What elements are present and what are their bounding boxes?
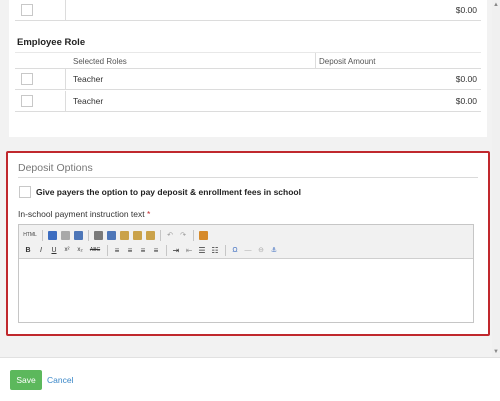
role-name: Teacher [73, 96, 104, 106]
toolbar-separator [193, 229, 194, 241]
vertical-scrollbar[interactable]: ▲ ▼ [492, 0, 500, 357]
toolbar-separator [225, 244, 226, 256]
divider [18, 177, 478, 178]
deposit-options-title: Deposit Options [18, 162, 93, 174]
special-char-icon[interactable]: Ω [229, 244, 241, 256]
required-marker: * [147, 209, 151, 219]
ordered-list-icon[interactable]: ☰ [196, 244, 208, 256]
bulleted-list-icon[interactable]: ☷ [209, 244, 221, 256]
row-checkbox[interactable] [21, 73, 33, 85]
edit-icon[interactable] [197, 229, 209, 241]
scroll-up-icon[interactable]: ▲ [493, 2, 499, 8]
editor-text-area[interactable] [19, 259, 473, 322]
deposit-options-section: Deposit Options Give payers the option t… [6, 151, 490, 336]
editor-toolbar: HTML ↶ ↷ B I U x² x₂ ABC ≡ ≡ ≡ ≡ ⇥ ⇤ ☰ ☷… [19, 225, 473, 259]
strikethrough-icon[interactable]: ABC [87, 244, 103, 256]
scroll-area[interactable]: $0.00 Employee Role Selected Roles Depos… [0, 0, 500, 357]
column-divider [65, 0, 66, 20]
paste-icon[interactable] [118, 229, 130, 241]
table-row: Teacher $0.00 [15, 69, 481, 90]
redo-icon[interactable]: ↷ [177, 229, 189, 241]
italic-icon[interactable]: I [35, 244, 47, 256]
superscript-icon[interactable]: x² [61, 244, 73, 256]
column-divider [315, 53, 316, 68]
instruction-text-label: In-school payment instruction text * [18, 209, 150, 219]
row-checkbox[interactable] [21, 4, 33, 16]
pay-in-school-label[interactable]: Give payers the option to pay deposit & … [36, 187, 301, 197]
section-title-employee-role: Employee Role [17, 37, 86, 48]
align-left-icon[interactable]: ≡ [111, 244, 123, 256]
source-icon[interactable]: HTML [22, 229, 38, 241]
cancel-link[interactable]: Cancel [47, 375, 73, 385]
align-right-icon[interactable]: ≡ [137, 244, 149, 256]
indent-icon[interactable]: ⇥ [170, 244, 182, 256]
print-icon[interactable] [59, 229, 71, 241]
column-divider [65, 91, 66, 111]
subscript-icon[interactable]: x₂ [74, 244, 86, 256]
column-divider [65, 69, 66, 89]
find-icon[interactable] [72, 229, 84, 241]
toolbar-row-1: HTML ↶ ↷ [22, 228, 210, 242]
align-center-icon[interactable]: ≡ [124, 244, 136, 256]
spellcheck-icon[interactable] [46, 229, 58, 241]
roles-panel: $0.00 Employee Role Selected Roles Depos… [9, 0, 487, 137]
paste-text-icon[interactable] [131, 229, 143, 241]
save-button[interactable]: Save [10, 370, 42, 390]
underline-icon[interactable]: U [48, 244, 60, 256]
toolbar-separator [166, 244, 167, 256]
toolbar-separator [88, 229, 89, 241]
outdent-icon[interactable]: ⇤ [183, 244, 195, 256]
scroll-down-icon[interactable]: ▼ [493, 349, 499, 355]
instruction-text-label-text: In-school payment instruction text [18, 209, 145, 219]
deposit-amount: $0.00 [455, 96, 477, 106]
column-header-deposit-amount: Deposit Amount [319, 57, 376, 66]
pay-in-school-checkbox[interactable] [19, 186, 31, 198]
justify-icon[interactable]: ≡ [150, 244, 162, 256]
copy-icon[interactable] [105, 229, 117, 241]
toolbar-row-2: B I U x² x₂ ABC ≡ ≡ ≡ ≡ ⇥ ⇤ ☰ ☷ Ω — ⊖ ⚓ [22, 243, 281, 257]
cut-icon[interactable] [92, 229, 104, 241]
row-checkbox[interactable] [21, 95, 33, 107]
toolbar-separator [42, 229, 43, 241]
column-header-selected-roles: Selected Roles [73, 57, 127, 66]
toolbar-separator [107, 244, 108, 256]
bold-icon[interactable]: B [22, 244, 34, 256]
toolbar-separator [160, 229, 161, 241]
horizontal-rule-icon[interactable]: — [242, 244, 254, 256]
form-footer: Save Cancel [0, 357, 500, 401]
table-row: $0.00 [15, 0, 481, 21]
deposit-amount: $0.00 [455, 74, 477, 84]
deposit-amount: $0.00 [455, 5, 477, 15]
table-row: Teacher $0.00 [15, 91, 481, 112]
rich-text-editor[interactable]: HTML ↶ ↷ B I U x² x₂ ABC ≡ ≡ ≡ ≡ ⇥ ⇤ ☰ ☷… [18, 224, 474, 323]
table-header: Selected Roles Deposit Amount [15, 52, 481, 69]
role-name: Teacher [73, 74, 104, 84]
paste-word-icon[interactable] [144, 229, 156, 241]
link-icon[interactable]: ⊖ [255, 244, 267, 256]
anchor-icon[interactable]: ⚓ [268, 244, 280, 256]
undo-icon[interactable]: ↶ [164, 229, 176, 241]
